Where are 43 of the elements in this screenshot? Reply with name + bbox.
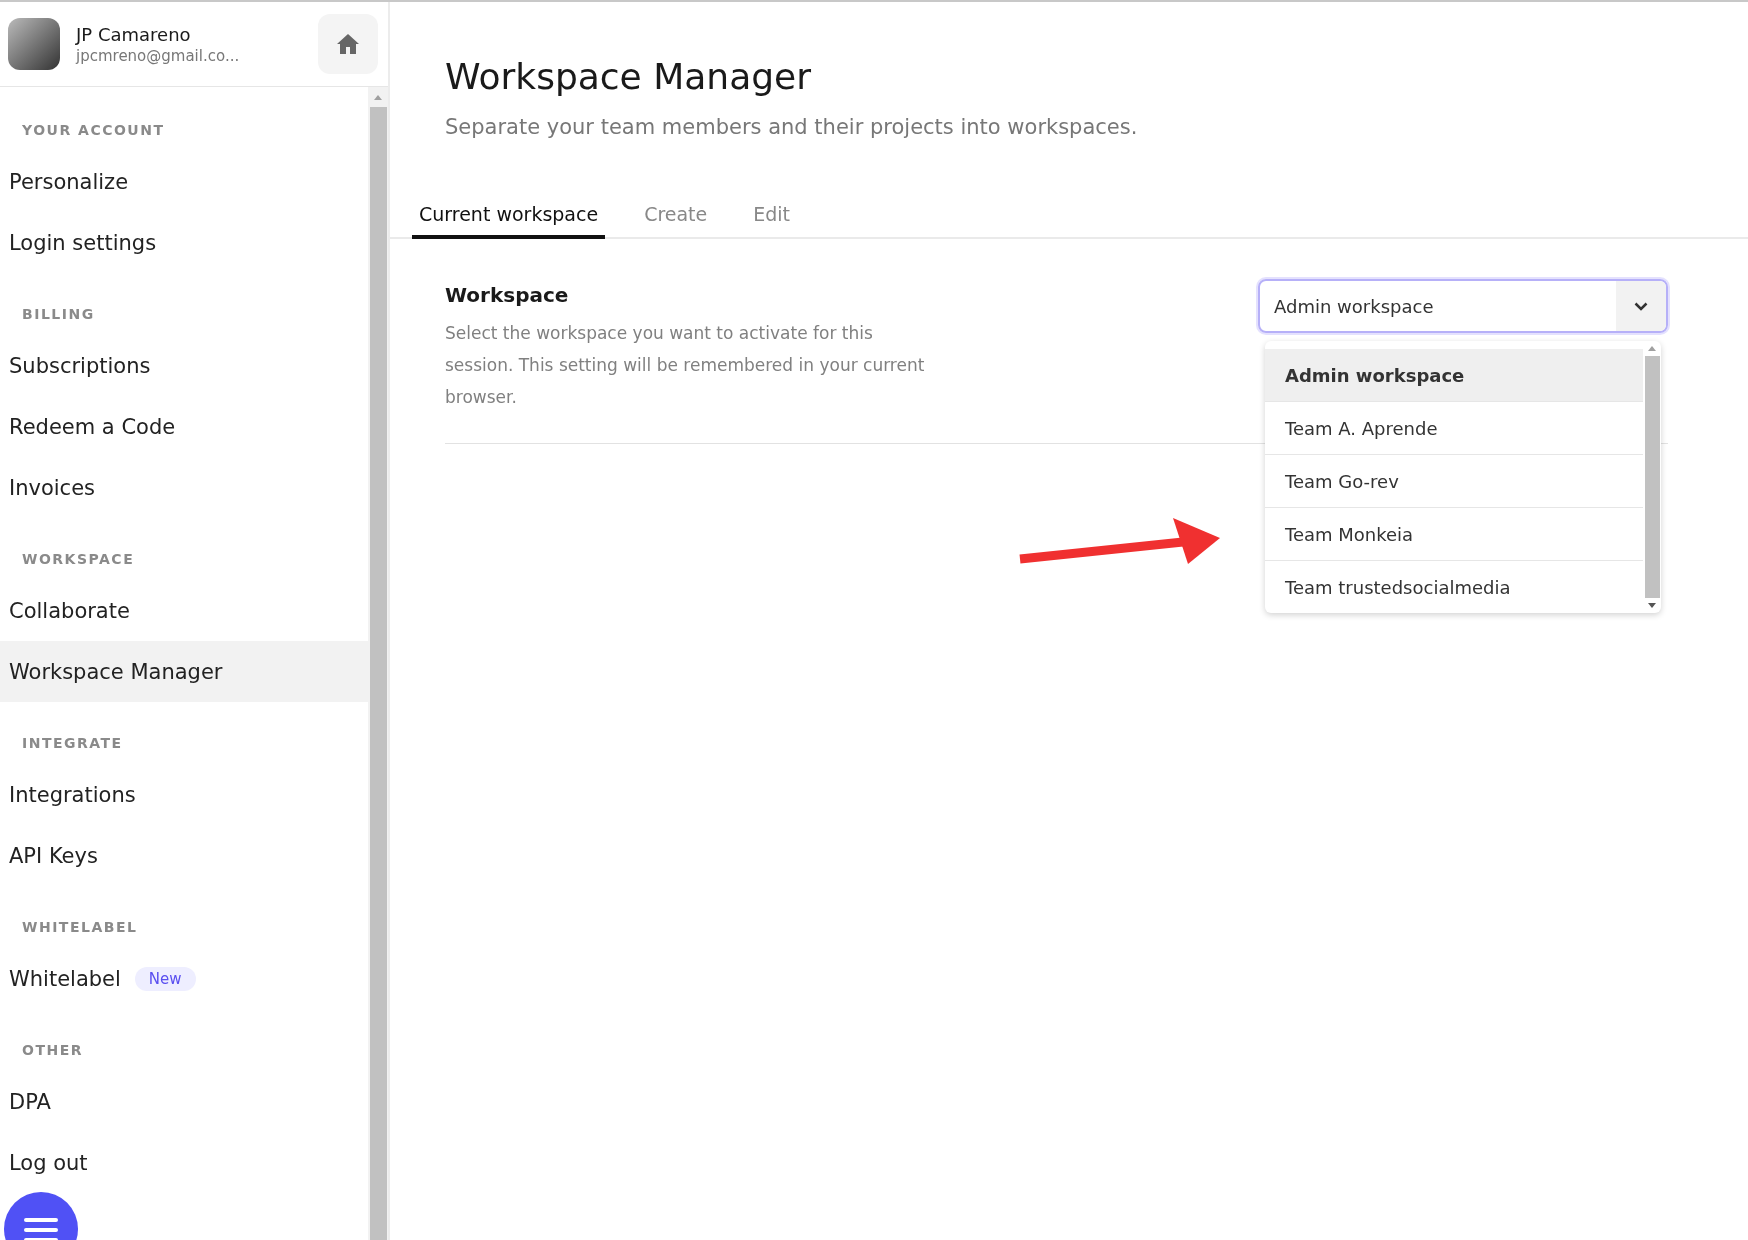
section-heading: INTEGRATE bbox=[21, 734, 124, 753]
page-title: Workspace Manager bbox=[445, 56, 812, 97]
dropdown-option[interactable]: Team Monkeia bbox=[1265, 508, 1643, 561]
home-icon bbox=[336, 33, 360, 55]
section-heading: WORKSPACE bbox=[21, 550, 136, 569]
dropdown-option[interactable]: Team A. Aprende bbox=[1265, 402, 1643, 455]
sidebar-item[interactable]: Log out bbox=[0, 1132, 368, 1193]
section-heading: YOUR ACCOUNT bbox=[21, 121, 166, 140]
dropdown-option[interactable]: Team trustedsocialmedia bbox=[1265, 561, 1643, 613]
sidebar-item[interactable]: Workspace Manager bbox=[0, 641, 368, 702]
sidebar-item[interactable]: Redeem a Code bbox=[0, 396, 368, 457]
sidebar-item[interactable]: Invoices bbox=[0, 457, 368, 518]
tab[interactable]: Current workspace bbox=[412, 195, 606, 239]
section-heading: OTHER bbox=[21, 1041, 84, 1060]
tab[interactable]: Create bbox=[637, 195, 715, 239]
user-name: JP Camareno bbox=[76, 23, 192, 45]
dropdown-option[interactable]: Admin workspace bbox=[1265, 349, 1643, 402]
tab[interactable]: Edit bbox=[746, 195, 798, 239]
sidebar-item[interactable]: Whitelabel New bbox=[0, 948, 368, 1009]
scroll-up-icon[interactable] bbox=[1647, 345, 1657, 352]
chevron-down-icon bbox=[1634, 301, 1648, 311]
avatar-photo-placeholder bbox=[8, 18, 60, 70]
setting-description: Select the workspace you want to activate for this session. This setting will be remembered in your current browser. bbox=[445, 322, 926, 409]
section-heading: WHITELABEL bbox=[21, 918, 139, 937]
setting-label: Workspace bbox=[445, 283, 570, 307]
user-email: jpcmreno@gmail.co... bbox=[76, 46, 241, 65]
scroll-down-icon[interactable] bbox=[1647, 602, 1657, 609]
sidebar-item[interactable]: Login settings bbox=[0, 212, 368, 273]
section-heading: BILLING bbox=[21, 305, 96, 324]
sidebar-item[interactable]: Subscriptions bbox=[0, 335, 368, 396]
sidebar-item[interactable]: Personalize bbox=[0, 151, 368, 212]
menu-icon bbox=[24, 1218, 58, 1240]
page-subtitle: Separate your team members and their projects into workspaces. bbox=[445, 115, 1139, 139]
home-button[interactable] bbox=[318, 14, 378, 74]
dropdown-option[interactable]: Team Go-rev bbox=[1265, 455, 1643, 508]
sidebar-item[interactable]: Integrations bbox=[0, 764, 368, 825]
new-badge: New bbox=[134, 966, 196, 991]
scrollbar[interactable] bbox=[368, 87, 388, 1240]
workspace-select[interactable]: Admin workspace bbox=[1258, 279, 1668, 333]
sidebar-item[interactable]: Collaborate bbox=[0, 580, 368, 641]
sidebar-item[interactable]: API Keys bbox=[0, 825, 368, 886]
scroll-up-icon[interactable] bbox=[373, 93, 383, 101]
sidebar-item[interactable]: DPA bbox=[0, 1071, 368, 1132]
